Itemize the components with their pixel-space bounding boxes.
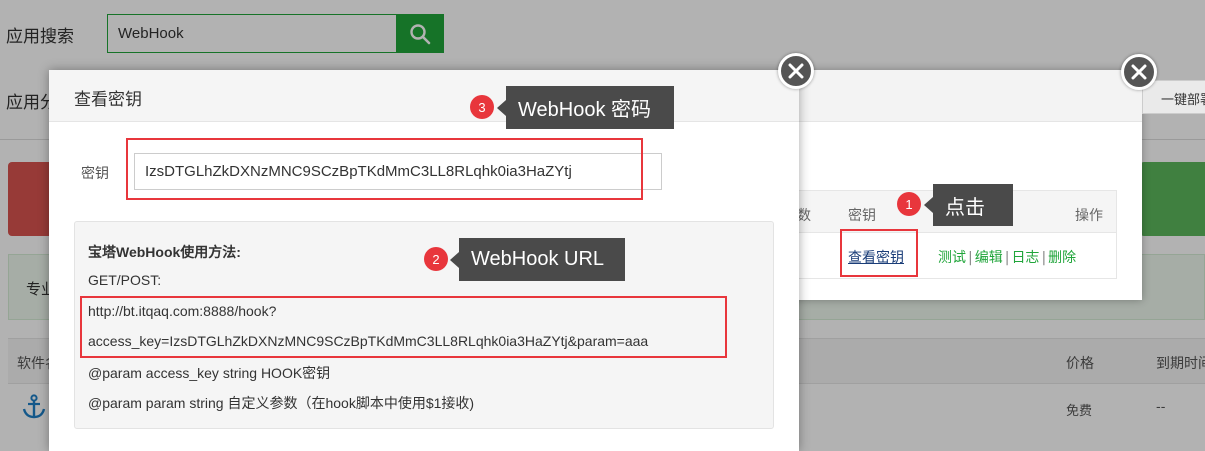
key-field[interactable] bbox=[134, 153, 662, 190]
annotation-badge-3: 3 bbox=[470, 95, 494, 119]
one-click-deploy-button[interactable]: 一键部署 bbox=[1142, 80, 1205, 114]
usage-param-param: @param param string 自定义参数（在hook脚本中使用$1接收… bbox=[88, 395, 475, 411]
view-key-link[interactable]: 查看密钥 bbox=[848, 247, 904, 267]
close-key-dialog-button[interactable] bbox=[778, 53, 814, 89]
header-operations: 操作 bbox=[1075, 208, 1103, 224]
row-operations: 测试 | 编辑 | 日志 | 删除 bbox=[938, 250, 1077, 266]
close-icon bbox=[788, 63, 804, 79]
usage-title: 宝塔WebHook使用方法: bbox=[88, 244, 241, 260]
dialog-title: 查看密钥 bbox=[74, 90, 142, 110]
usage-param-access-key: @param access_key string HOOK密钥 bbox=[88, 365, 331, 381]
usage-method: GET/POST: bbox=[88, 272, 162, 288]
key-label: 密钥 bbox=[81, 166, 109, 182]
header-count: 数 bbox=[797, 208, 811, 224]
log-link[interactable]: 日志 bbox=[1011, 250, 1039, 266]
usage-url-line1: http://bt.itqaq.com:8888/hook? bbox=[88, 303, 277, 319]
usage-box: 宝塔WebHook使用方法: GET/POST: http://bt.itqaq… bbox=[74, 221, 774, 429]
annotation-tooltip-2: WebHook URL bbox=[450, 238, 625, 281]
close-list-dialog-button[interactable] bbox=[1121, 54, 1157, 90]
dialog-header bbox=[786, 70, 1142, 122]
annotation-tooltip-1: 点击 bbox=[924, 184, 1013, 226]
delete-link[interactable]: 删除 bbox=[1048, 250, 1076, 266]
header-key: 密钥 bbox=[848, 208, 876, 224]
edit-link[interactable]: 编辑 bbox=[975, 250, 1003, 266]
test-link[interactable]: 测试 bbox=[938, 250, 966, 266]
annotation-tooltip-3: WebHook 密码 bbox=[497, 86, 674, 129]
usage-url-line2: access_key=IzsDTGLhZkDXNzMNC9SCzBpTKdMmC… bbox=[88, 333, 649, 349]
annotation-badge-1: 1 bbox=[897, 192, 921, 216]
close-icon bbox=[1131, 64, 1147, 80]
dialog-header: 查看密钥 bbox=[49, 70, 799, 122]
annotation-badge-2: 2 bbox=[424, 247, 448, 271]
